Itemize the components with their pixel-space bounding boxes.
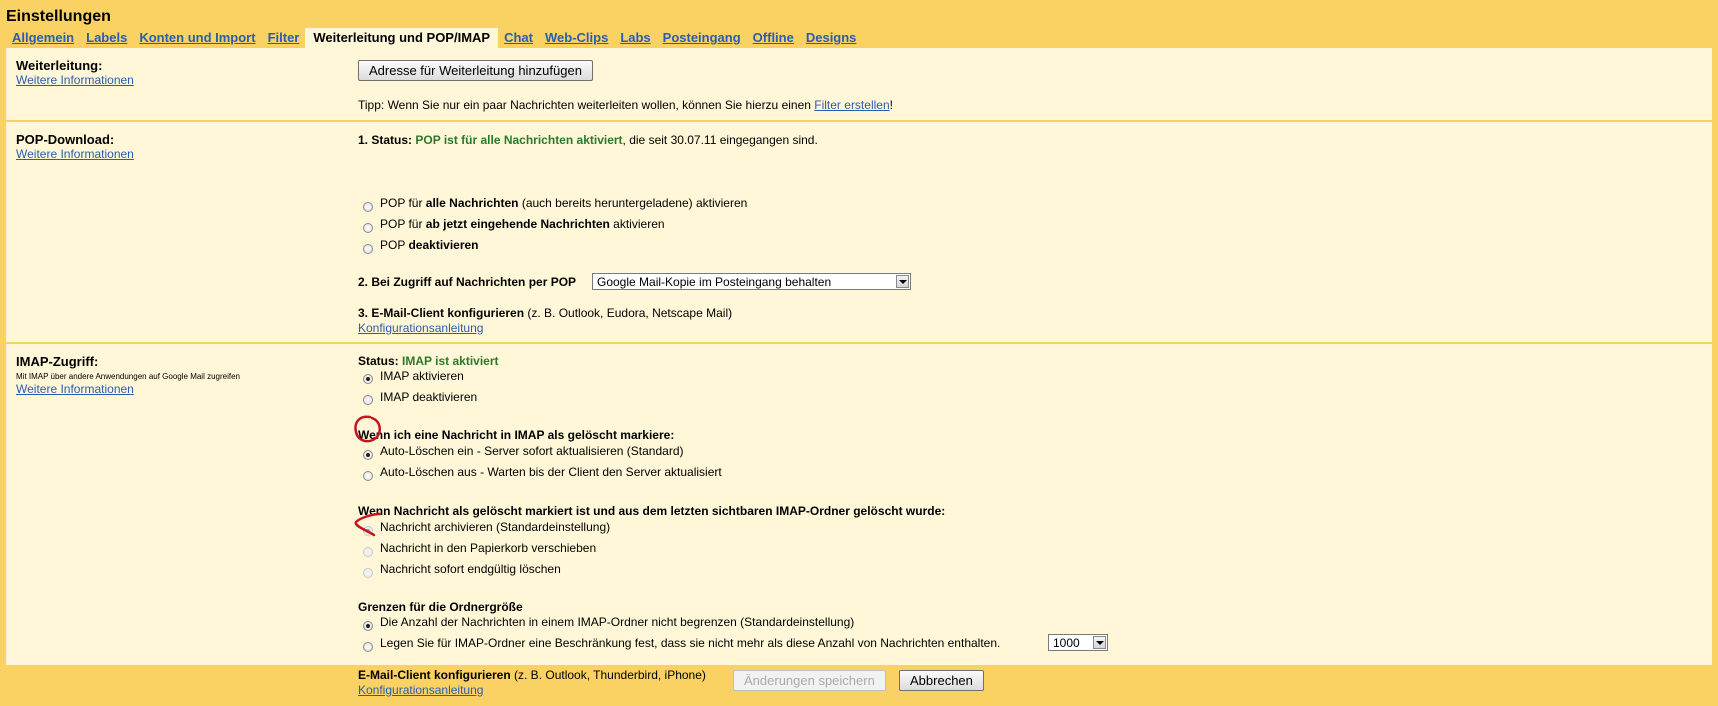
tab-chat[interactable]: Chat <box>498 28 539 48</box>
pop-title: POP-Download: <box>16 132 115 147</box>
pop-access-value: Google Mail-Kopie im Posteingang behalte… <box>597 275 832 289</box>
forwarding-tip-text: Tipp: Wenn Sie nur ein paar Nachrichten … <box>358 98 815 112</box>
imap-section: IMAP-Zugriff: Mit IMAP über andere Anwen… <box>6 344 1712 706</box>
tab-designs[interactable]: Designs <box>800 28 863 48</box>
pop-opt2-post: aktivieren <box>609 217 665 231</box>
tab-allgemein[interactable]: Allgemein <box>6 28 80 48</box>
pop-status: 1. Status: POP ist für alle Nachrichten … <box>358 133 818 147</box>
pop-access-select[interactable]: Google Mail-Kopie im Posteingang behalte… <box>592 273 911 290</box>
imap-delete-heading: Wenn ich eine Nachricht in IMAP als gelö… <box>358 428 675 442</box>
pop-opt1-bold: alle Nachrichten <box>425 196 519 210</box>
imap-enable-label: IMAP aktivieren <box>380 369 464 383</box>
cancel-button[interactable]: Abbrechen <box>899 670 984 691</box>
pop-status-label: 1. Status: <box>358 133 416 147</box>
red-circle-annotation <box>354 415 381 443</box>
pop-new-messages-radio[interactable] <box>363 223 373 233</box>
page-title: Einstellungen <box>6 8 111 25</box>
save-changes-button[interactable]: Änderungen speichern <box>733 670 886 691</box>
chevron-down-icon[interactable] <box>1093 636 1106 649</box>
no-folder-limit-label: Die Anzahl der Nachrichten in einem IMAP… <box>380 615 855 629</box>
imap-header: IMAP-Zugriff: Mit IMAP über andere Anwen… <box>16 354 240 396</box>
folder-limit-select[interactable]: 1000 <box>1048 634 1108 651</box>
folder-limit-label: Legen Sie für IMAP-Ordner eine Beschränk… <box>380 636 1001 650</box>
pop-more-info-link[interactable]: Weitere Informationen <box>16 147 134 161</box>
create-filter-link[interactable]: Filter erstellen <box>814 98 889 112</box>
pop-new-messages-label: POP für ab jetzt eingehende Nachrichten … <box>380 217 665 231</box>
pop-all-messages-label: POP für alle Nachrichten (auch bereits h… <box>380 196 747 210</box>
pop-status-suffix: , die seit 30.07.11 eingegangen sind. <box>622 133 818 147</box>
forwarding-tip: Tipp: Wenn Sie nur ein paar Nachrichten … <box>358 98 893 112</box>
archive-message-label: Nachricht archivieren (Standardeinstellu… <box>380 520 611 534</box>
imap-status-value: IMAP ist aktiviert <box>402 354 499 368</box>
imap-disable-label: IMAP deaktivieren <box>380 390 478 404</box>
tab-web-clips[interactable]: Web-Clips <box>539 28 614 48</box>
auto-expunge-on-label: Auto-Löschen ein - Server sofort aktuali… <box>380 444 684 458</box>
pop-opt2-pre: POP für <box>380 217 426 231</box>
add-forwarding-address-button[interactable]: Adresse für Weiterleitung hinzufügen <box>358 60 593 81</box>
forwarding-title: Weiterleitung: <box>16 58 103 73</box>
pop-config-guide-link[interactable]: Konfigurationsanleitung <box>358 321 483 335</box>
no-folder-limit-radio[interactable] <box>363 621 373 631</box>
tab-konten-und-import[interactable]: Konten und Import <box>133 28 261 48</box>
auto-expunge-on-radio[interactable] <box>363 450 373 460</box>
folder-limit-radio[interactable] <box>363 642 373 652</box>
imap-status-label: Status: <box>358 354 403 368</box>
pop-opt2-bold: ab jetzt eingehende Nachrichten <box>425 217 610 231</box>
folder-size-heading: Grenzen für die Ordnergröße <box>358 600 523 614</box>
tab-labels[interactable]: Labels <box>80 28 133 48</box>
pop-opt1-post: (auch bereits heruntergeladene) aktivier… <box>518 196 748 210</box>
tab-posteingang[interactable]: Posteingang <box>657 28 747 48</box>
imap-title: IMAP-Zugriff: <box>16 354 99 369</box>
red-check-annotation <box>354 512 382 537</box>
pop-disable-radio[interactable] <box>363 244 373 254</box>
forwarding-more-info-link[interactable]: Weitere Informationen <box>16 73 134 87</box>
pop-opt3-bold: deaktivieren <box>408 238 479 252</box>
forwarding-header: Weiterleitung: Weitere Informationen <box>16 58 134 87</box>
pop-access-label: 2. Bei Zugriff auf Nachrichten per POP <box>358 275 577 289</box>
imap-disable-radio[interactable] <box>363 395 373 405</box>
pop-header: POP-Download: Weitere Informationen <box>16 132 134 161</box>
chevron-down-icon[interactable] <box>896 275 909 288</box>
tab-labs[interactable]: Labs <box>614 28 656 48</box>
pop-section: POP-Download: Weitere Informationen 1. S… <box>6 122 1712 344</box>
forwarding-section: Weiterleitung: Weitere Informationen Adr… <box>6 48 1712 122</box>
pop-opt1-pre: POP für <box>380 196 426 210</box>
pop-client-rest: (z. B. Outlook, Eudora, Netscape Mail) <box>524 306 733 320</box>
pop-disable-label: POP deaktivieren <box>380 238 479 252</box>
settings-content: Weiterleitung: Weitere Informationen Adr… <box>6 48 1712 706</box>
auto-expunge-off-label: Auto-Löschen aus - Warten bis der Client… <box>380 465 722 479</box>
imap-more-info-link[interactable]: Weitere Informationen <box>16 382 240 396</box>
settings-tabs: Allgemein Labels Konten und Import Filte… <box>6 28 862 48</box>
pop-client-bold: 3. E-Mail-Client konfigurieren <box>358 306 525 320</box>
pop-status-value: POP ist für alle Nachrichten aktiviert <box>415 133 623 147</box>
auto-expunge-off-radio[interactable] <box>363 471 373 481</box>
tab-offline[interactable]: Offline <box>747 28 800 48</box>
imap-subtitle: Mit IMAP über andere Anwendungen auf Goo… <box>16 372 240 381</box>
imap-enable-radio[interactable] <box>363 374 373 384</box>
title-bar: Einstellungen <box>0 0 1718 28</box>
folder-limit-value: 1000 <box>1053 636 1080 650</box>
move-to-trash-radio[interactable] <box>363 547 373 557</box>
tab-weiterleitung-pop-imap[interactable]: Weiterleitung und POP/IMAP <box>305 28 499 48</box>
delete-forever-label: Nachricht sofort endgültig löschen <box>380 562 561 576</box>
tab-filter[interactable]: Filter <box>262 28 306 48</box>
pop-client-config: 3. E-Mail-Client konfigurieren (z. B. Ou… <box>358 306 732 320</box>
pop-all-messages-radio[interactable] <box>363 202 373 212</box>
move-to-trash-label: Nachricht in den Papierkorb verschieben <box>380 541 597 555</box>
imap-status: Status: IMAP ist aktiviert <box>358 354 499 368</box>
imap-expunge-heading: Wenn Nachricht als gelöscht markiert ist… <box>358 504 946 518</box>
footer: Änderungen speichern Abbrechen <box>0 665 1718 692</box>
delete-forever-radio[interactable] <box>363 568 373 578</box>
forwarding-tip-suffix: ! <box>889 98 893 112</box>
pop-opt3-pre: POP <box>380 238 409 252</box>
